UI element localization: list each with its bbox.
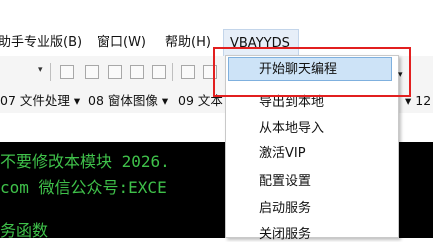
document-icon[interactable] [60,65,74,79]
font-size-icon[interactable] [152,65,166,79]
menu-item-stop-service[interactable]: 关闭服务 [259,223,311,242]
menu-help[interactable]: 帮助(H) [165,29,211,56]
toolbar-separator [50,63,51,81]
toolbar-dropdown-icon[interactable]: ▾ [38,65,43,75]
text-icon[interactable] [130,65,144,79]
menu-item-activate-vip[interactable]: 激活VIP [259,142,306,161]
highlight-box [213,47,411,97]
code-line: 不要修改本模块 2026. [0,152,170,171]
code-line: 务函数 [0,221,49,240]
menu-assistant-pro[interactable]: 助手专业版(B) [0,29,82,56]
menu-window[interactable]: 窗口(W) [97,29,146,56]
indent-icon[interactable] [181,65,195,79]
code-line: com 微信公众号:EXCE [0,178,167,197]
file-processing-dropdown[interactable]: 07 文件处理 ▾ [0,88,80,113]
form-image-dropdown[interactable]: 08 窗体图像 ▾ [88,88,168,113]
menu-item-import-local[interactable]: 从本地导入 [259,117,324,136]
format-icon[interactable] [108,65,122,79]
menu-item-start-service[interactable]: 启动服务 [259,197,311,216]
copy-icon[interactable] [85,65,99,79]
toolbar-separator [172,63,173,81]
menu-item-settings[interactable]: 配置设置 [259,170,311,189]
